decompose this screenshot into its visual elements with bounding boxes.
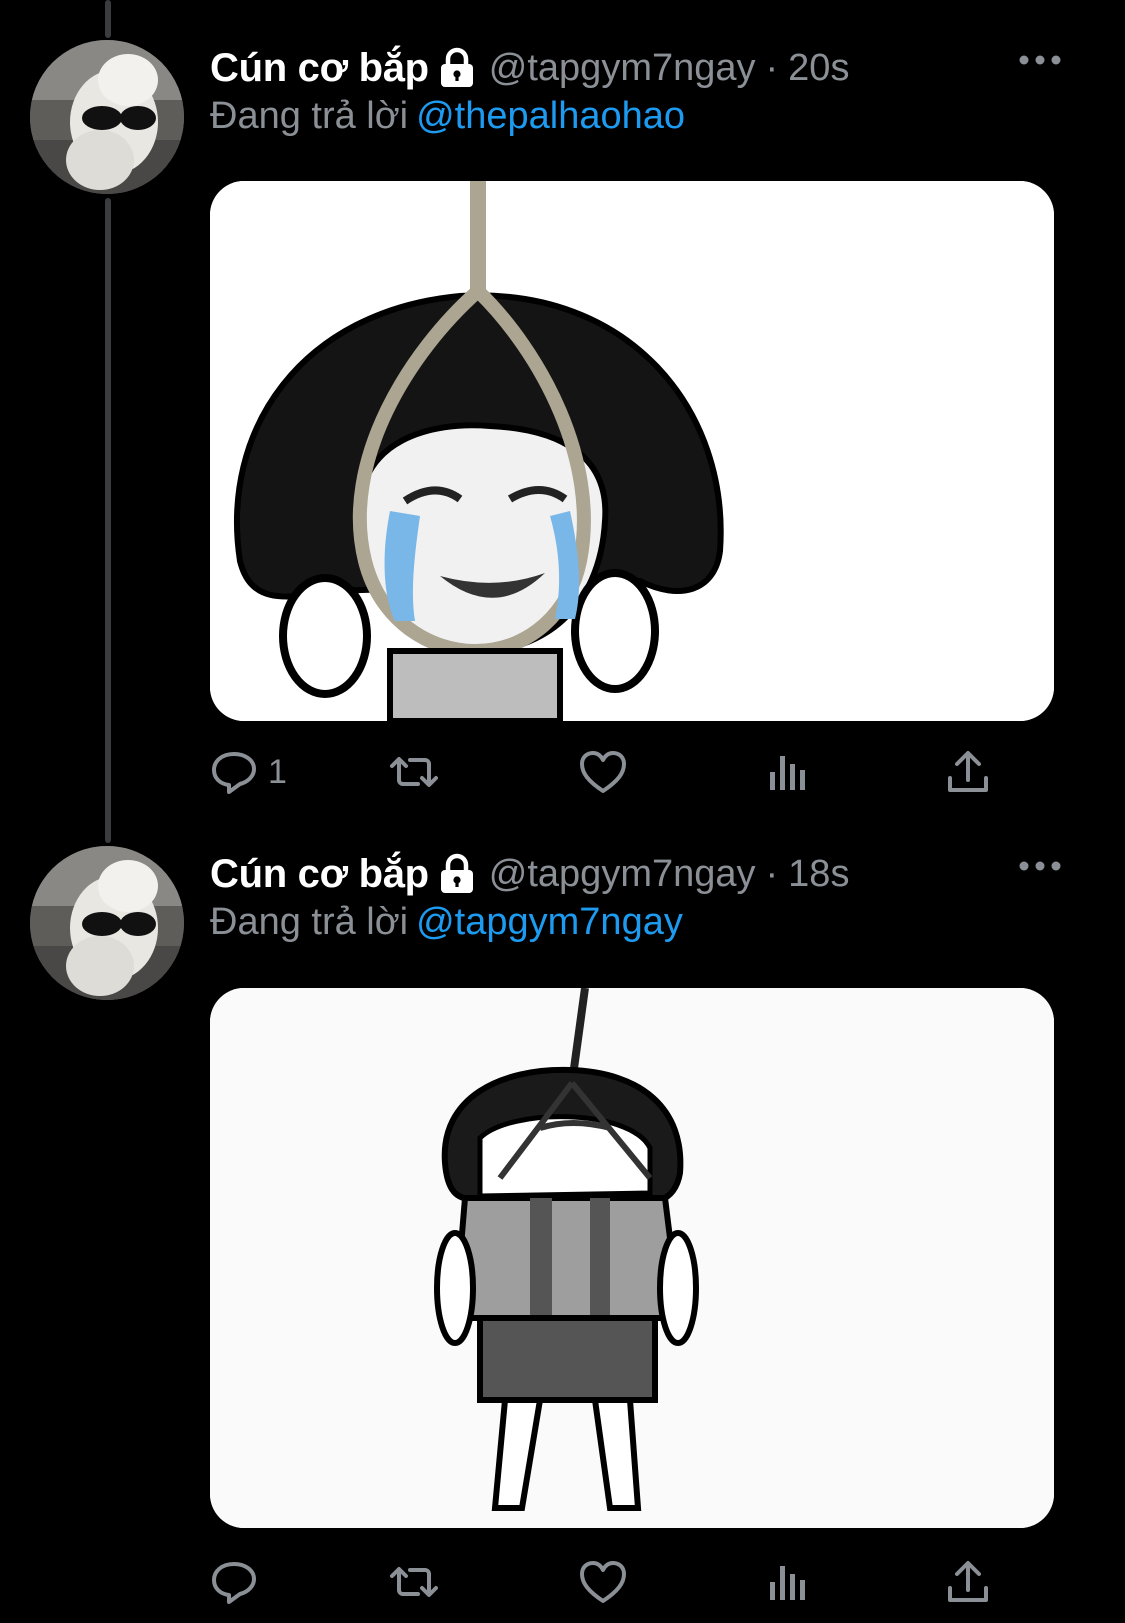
views-button[interactable] (766, 744, 810, 800)
share-button[interactable] (946, 1554, 990, 1610)
reply-icon (212, 752, 256, 794)
tweet-media-image[interactable] (210, 988, 1054, 1528)
share-icon (948, 1561, 988, 1602)
replying-to-label: Đang trả lời (210, 901, 409, 943)
tweet-media-image[interactable] (210, 181, 1054, 721)
replying-to-mention[interactable]: @tapgym7ngay (416, 901, 683, 943)
like-button[interactable] (578, 1554, 628, 1610)
retweet-icon (390, 757, 438, 787)
share-icon (948, 751, 988, 792)
like-icon (580, 751, 626, 793)
replying-to: Đang trả lời @thepalhaohao (210, 95, 685, 138)
meme-noose-crying-image (210, 181, 1054, 721)
meme-hanging-back-image (210, 988, 1054, 1528)
author-handle[interactable]: @tapgym7ngay (489, 853, 756, 896)
replying-to: Đang trả lời @tapgym7ngay (210, 901, 683, 944)
tweet-header: Cún cơ bắp @tapgym7ngay · 18s (210, 844, 1065, 904)
timestamp[interactable]: 20s (788, 47, 849, 90)
timestamp[interactable]: 18s (788, 853, 849, 896)
avatar[interactable] (30, 40, 184, 194)
more-icon[interactable] (1015, 856, 1065, 876)
author-name[interactable]: Cún cơ bắp (210, 46, 429, 91)
separator-dot: · (765, 852, 779, 895)
views-icon (770, 1566, 805, 1600)
share-button[interactable] (946, 744, 990, 800)
tweet-actions: 1 (210, 744, 1010, 800)
like-button[interactable] (578, 744, 628, 800)
separator-dot: · (765, 46, 779, 89)
tweet-actions (210, 1554, 1010, 1610)
tweet-1[interactable]: Cún cơ bắp @tapgym7ngay · 20s Đang trả l… (0, 0, 1125, 800)
retweet-button[interactable] (388, 1554, 440, 1610)
replying-to-label: Đang trả lời (210, 95, 409, 137)
retweet-icon (390, 1567, 438, 1597)
lock-icon (440, 47, 473, 87)
like-icon (580, 1561, 626, 1603)
reply-count: 1 (268, 752, 287, 791)
views-icon (770, 756, 805, 790)
reply-button[interactable] (210, 1554, 268, 1610)
reply-button[interactable]: 1 (210, 744, 287, 800)
reply-icon (212, 1562, 256, 1604)
replying-to-mention[interactable]: @thepalhaohao (416, 95, 685, 137)
avatar[interactable] (30, 846, 184, 1000)
views-button[interactable] (766, 1554, 810, 1610)
tweet-2[interactable]: Cún cơ bắp @tapgym7ngay · 18s Đang trả l… (0, 806, 1125, 1623)
author-handle[interactable]: @tapgym7ngay (489, 47, 756, 90)
tweet-header: Cún cơ bắp @tapgym7ngay · 20s (210, 38, 1065, 98)
more-icon[interactable] (1015, 50, 1065, 70)
author-name[interactable]: Cún cơ bắp (210, 852, 429, 897)
retweet-button[interactable] (388, 744, 440, 800)
lock-icon (440, 853, 473, 893)
